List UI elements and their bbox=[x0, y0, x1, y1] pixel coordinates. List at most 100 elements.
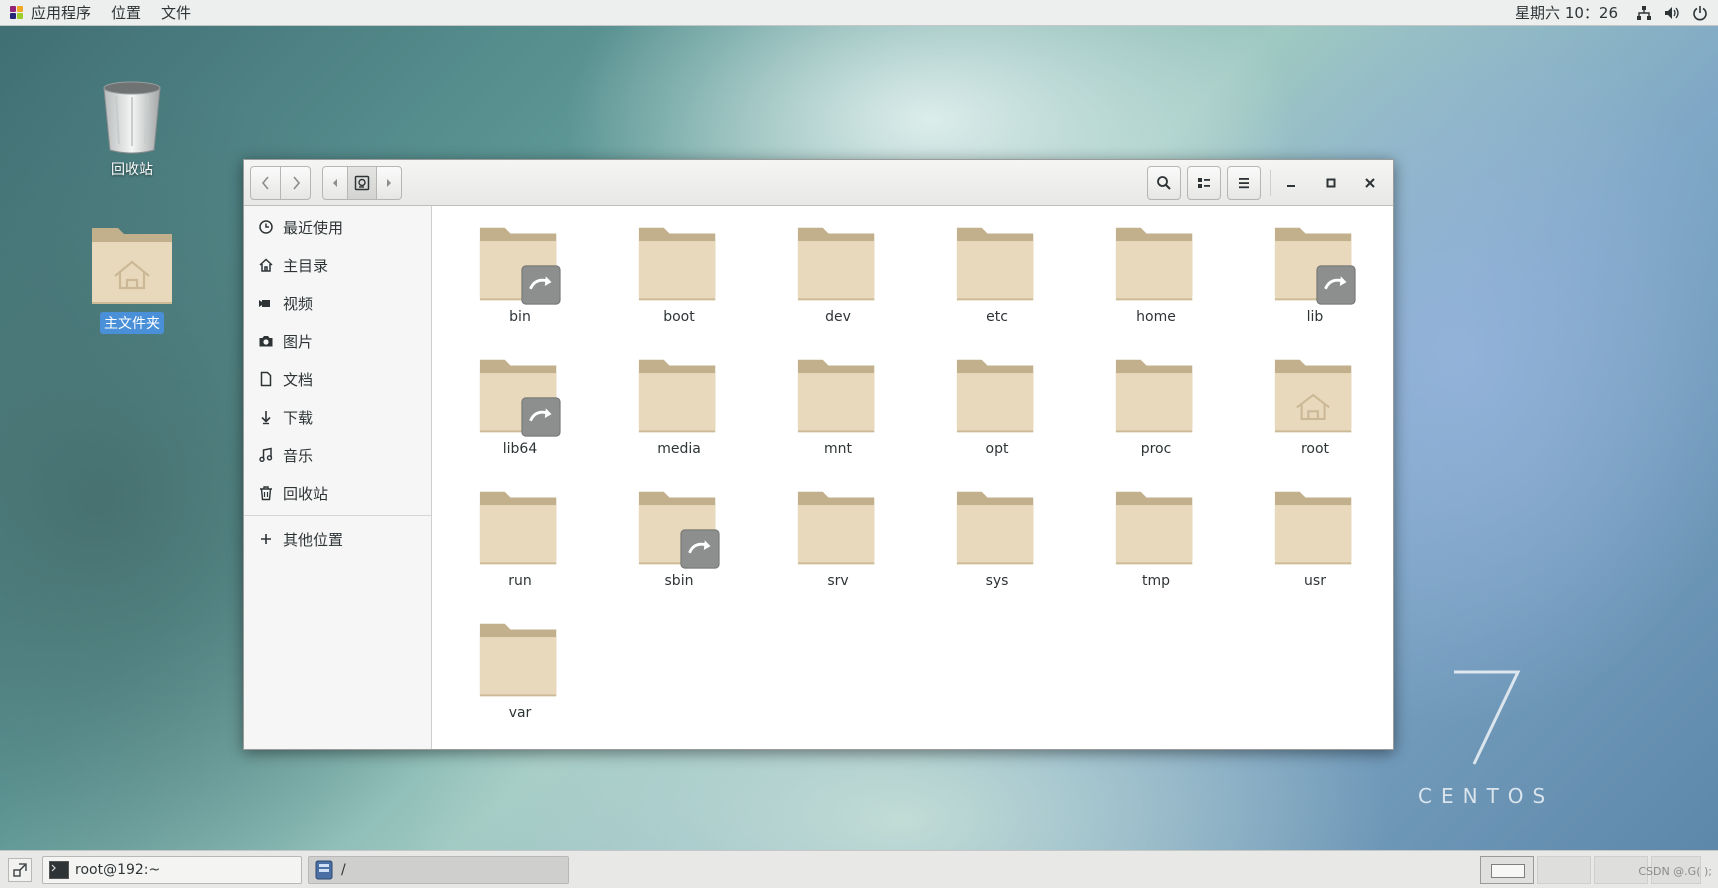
minimize-icon bbox=[1287, 185, 1295, 187]
sidebar-item-downloads[interactable]: 下载 bbox=[244, 398, 431, 436]
show-desktop-button[interactable] bbox=[8, 858, 32, 882]
applications-menu[interactable]: 应用程序 bbox=[0, 0, 101, 26]
file-item-dev[interactable]: dev bbox=[763, 222, 913, 325]
sidebar-item-label: 图片 bbox=[283, 332, 314, 351]
file-item-etc[interactable]: etc bbox=[922, 222, 1072, 325]
applications-menu-label: 应用程序 bbox=[31, 4, 92, 22]
file-item-boot[interactable]: boot bbox=[604, 222, 754, 325]
folder-icon bbox=[1115, 359, 1193, 433]
video-icon bbox=[259, 300, 270, 307]
folder-icon bbox=[479, 491, 557, 565]
file-item-bin[interactable]: bin bbox=[445, 222, 595, 325]
file-item-label: opt bbox=[985, 441, 1009, 457]
sidebar-item-trash[interactable]: 回收站 bbox=[244, 474, 431, 512]
folder-icon bbox=[956, 491, 1034, 565]
places-menu[interactable]: 位置 bbox=[101, 0, 151, 26]
back-button[interactable] bbox=[250, 166, 281, 200]
centos-logo-icon bbox=[10, 5, 24, 20]
sidebar-item-home[interactable]: 主目录 bbox=[244, 246, 431, 284]
home-icon bbox=[259, 258, 273, 272]
file-item-label: srv bbox=[827, 573, 849, 589]
path-root-button[interactable] bbox=[347, 166, 377, 200]
power-icon[interactable] bbox=[1692, 5, 1708, 21]
file-item-home[interactable]: home bbox=[1081, 222, 1231, 325]
network-icon[interactable] bbox=[1636, 5, 1652, 21]
file-item-usr[interactable]: usr bbox=[1240, 486, 1390, 589]
home-folder-icon bbox=[92, 228, 172, 304]
desktop-trash-label: 回收站 bbox=[111, 162, 153, 178]
folder-symlink-icon bbox=[479, 359, 561, 437]
file-item-label: usr bbox=[1304, 573, 1326, 589]
drive-harddisk-icon bbox=[354, 175, 370, 191]
file-item-label: mnt bbox=[824, 441, 852, 457]
sidebar-item-other-locations[interactable]: 其他位置 bbox=[244, 520, 431, 558]
view-toggle-button[interactable] bbox=[1187, 166, 1221, 200]
sidebar-item-label: 音乐 bbox=[283, 446, 314, 465]
chevron-right-icon bbox=[292, 176, 300, 190]
path-scroll-left-button[interactable] bbox=[322, 166, 348, 200]
folder-icon bbox=[1115, 491, 1193, 565]
file-item-tmp[interactable]: tmp bbox=[1081, 486, 1231, 589]
folder-icon bbox=[479, 623, 557, 697]
places-sidebar: 最近使用 主目录 视频 图片 文档 下载 音乐 回收站 其他位置 bbox=[244, 206, 432, 749]
close-button[interactable] bbox=[1359, 172, 1381, 194]
sidebar-item-label: 主目录 bbox=[283, 256, 329, 275]
camera-icon bbox=[259, 336, 273, 347]
file-item-root[interactable]: root bbox=[1240, 354, 1390, 457]
file-item-label: root bbox=[1300, 441, 1330, 457]
sidebar-item-documents[interactable]: 文档 bbox=[244, 360, 431, 398]
workspace-1[interactable] bbox=[1480, 856, 1534, 884]
file-item-label: lib bbox=[1306, 309, 1324, 325]
file-item-label: dev bbox=[825, 309, 851, 325]
volume-icon[interactable] bbox=[1664, 5, 1680, 21]
file-view: bin boot dev etc home lib lib64 media mnt opt proc… bbox=[433, 206, 1393, 749]
file-item-sbin[interactable]: sbin bbox=[604, 486, 754, 589]
maximize-button[interactable] bbox=[1320, 172, 1342, 194]
folder-icon bbox=[797, 359, 875, 433]
sidebar-item-music[interactable]: 音乐 bbox=[244, 436, 431, 474]
sidebar-item-pictures[interactable]: 图片 bbox=[244, 322, 431, 360]
folder-icon bbox=[638, 227, 716, 301]
top-panel: 应用程序 位置 文件 星期六 10：26 bbox=[0, 0, 1718, 26]
file-item-srv[interactable]: srv bbox=[763, 486, 913, 589]
files-menu[interactable]: 文件 bbox=[151, 0, 201, 26]
file-item-lib[interactable]: lib bbox=[1240, 222, 1390, 325]
taskbar-item-terminal[interactable]: root@192:~ bbox=[42, 856, 302, 884]
folder-icon bbox=[1115, 227, 1193, 301]
file-item-label: home bbox=[1136, 309, 1176, 325]
file-item-run[interactable]: run bbox=[445, 486, 595, 589]
file-item-lib64[interactable]: lib64 bbox=[445, 354, 595, 457]
close-icon bbox=[1365, 178, 1375, 188]
clock[interactable]: 星期六 10：26 bbox=[1515, 2, 1636, 23]
folder-icon bbox=[956, 227, 1034, 301]
workspace-2[interactable] bbox=[1537, 856, 1591, 884]
taskbar-item-label: root@192:~ bbox=[75, 862, 161, 878]
folder-icon bbox=[797, 227, 875, 301]
file-manager-icon bbox=[315, 860, 333, 880]
forward-button[interactable] bbox=[280, 166, 311, 200]
file-item-media[interactable]: media bbox=[604, 354, 754, 457]
file-item-label: lib64 bbox=[502, 441, 538, 457]
show-desktop-icon bbox=[13, 863, 27, 877]
sidebar-item-label: 其他位置 bbox=[283, 530, 344, 549]
chevron-left-icon bbox=[261, 176, 269, 190]
sidebar-item-videos[interactable]: 视频 bbox=[244, 284, 431, 322]
desktop-trash[interactable]: 回收站 bbox=[77, 80, 187, 180]
folder-icon bbox=[956, 359, 1034, 433]
file-item-sys[interactable]: sys bbox=[922, 486, 1072, 589]
window-headerbar bbox=[244, 160, 1393, 206]
file-item-opt[interactable]: opt bbox=[922, 354, 1072, 457]
menu-button[interactable] bbox=[1227, 166, 1261, 200]
sidebar-separator bbox=[244, 515, 431, 516]
path-scroll-right-button[interactable] bbox=[376, 166, 402, 200]
desktop-home-folder[interactable]: 主文件夹 bbox=[77, 224, 187, 334]
taskbar-item-file-manager[interactable]: / bbox=[308, 856, 569, 884]
search-button[interactable] bbox=[1147, 166, 1181, 200]
file-item-label: tmp bbox=[1141, 573, 1170, 589]
file-item-mnt[interactable]: mnt bbox=[763, 354, 913, 457]
file-item-var[interactable]: var bbox=[445, 618, 595, 721]
file-item-proc[interactable]: proc bbox=[1081, 354, 1231, 457]
hamburger-menu-icon bbox=[1239, 178, 1249, 189]
minimize-button[interactable] bbox=[1280, 172, 1302, 194]
sidebar-item-recent[interactable]: 最近使用 bbox=[244, 208, 431, 246]
